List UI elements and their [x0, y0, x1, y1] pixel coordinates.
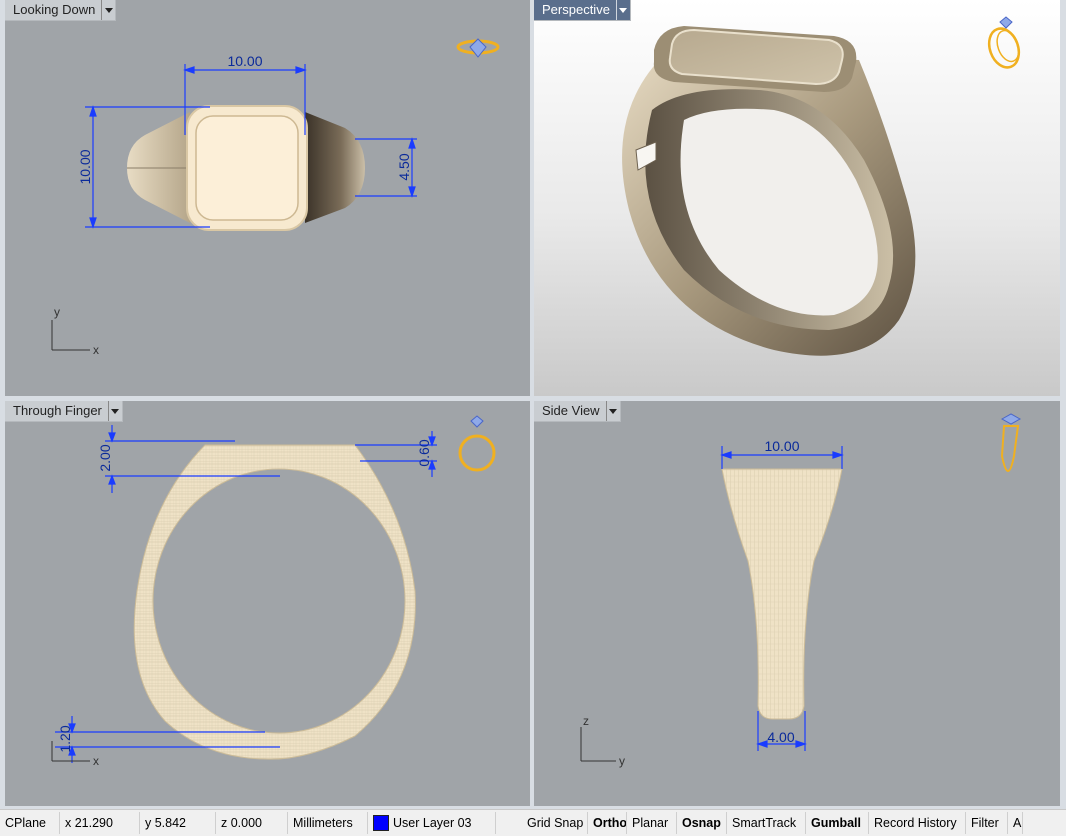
axis-indicator [51, 320, 90, 351]
dim-label-rim: 0.60 [416, 439, 432, 466]
viewport-menu-arrow-icon[interactable] [605, 401, 620, 421]
ring-side-icon [1000, 413, 1022, 473]
dim-label-bottom-thickness: 1.20 [57, 725, 73, 752]
toggle-osnap[interactable]: Osnap [677, 812, 727, 834]
axis-indicator [580, 727, 616, 762]
dim-label-shank: 4.50 [396, 153, 412, 180]
axis-label-y: y [619, 754, 625, 768]
toggle-gumball[interactable]: Gumball [806, 812, 869, 834]
signet-top-face [668, 28, 844, 86]
dim-label-height: 10.00 [77, 149, 93, 184]
layer-selector[interactable]: User Layer 03 [368, 812, 496, 834]
axis-label-x: x [93, 343, 99, 357]
ring-front-icon [458, 415, 496, 472]
viewport-title[interactable]: Side View [534, 401, 606, 421]
viewport-looking-down[interactable]: Looking Down 10.00 10.00 4.50 y x [5, 0, 530, 396]
layer-color-swatch [373, 815, 389, 831]
side-view-canvas: 10.00 4.00 z y [580, 413, 1022, 768]
viewport-title[interactable]: Looking Down [5, 0, 101, 20]
viewport-title[interactable]: Perspective [534, 0, 616, 20]
top-view-canvas: 10.00 10.00 4.50 y x [51, 38, 500, 357]
toggle-record-history[interactable]: Record History [869, 812, 966, 834]
dim-label-top-thickness: 2.00 [97, 444, 113, 471]
dim-label-width: 10.00 [227, 53, 262, 69]
viewport-menu-arrow-icon[interactable] [107, 401, 122, 421]
toggle-planar[interactable]: Planar [627, 812, 677, 834]
coord-z: z 0.000 [216, 812, 288, 834]
toggle-ortho[interactable]: Ortho [588, 812, 627, 834]
ring-top-icon [456, 38, 500, 58]
dim-label-side-bottom: 4.00 [767, 729, 794, 745]
finger-hole [152, 468, 406, 734]
status-bar: CPlane x 21.290 y 5.842 z 0.000 Millimet… [0, 809, 1066, 836]
shank-right [305, 112, 365, 223]
coord-x: x 21.290 [60, 812, 140, 834]
viewport-title-tab[interactable]: Through Finger [5, 401, 123, 422]
toggle-smarttrack[interactable]: SmartTrack [727, 812, 806, 834]
toggle-autocpl[interactable]: A [1008, 812, 1023, 834]
toggle-filter[interactable]: Filter [966, 812, 1008, 834]
viewport-menu-arrow-icon[interactable] [101, 0, 115, 20]
viewport-menu-arrow-icon[interactable] [615, 0, 630, 20]
toggle-grid-snap[interactable]: Grid Snap [522, 812, 588, 834]
coord-y: y 5.842 [140, 812, 216, 834]
axis-label-x: x [93, 754, 99, 768]
viewport-title-tab[interactable]: Looking Down [5, 0, 117, 21]
viewport-title-tab[interactable]: Perspective [534, 0, 631, 21]
viewport-perspective[interactable]: Perspective [534, 0, 1060, 396]
layer-name: User Layer 03 [393, 816, 472, 830]
viewport-title[interactable]: Through Finger [5, 401, 108, 421]
viewport-title-tab[interactable]: Side View [534, 401, 621, 422]
front-view-canvas: 2.00 0.60 1.20 x [51, 415, 496, 768]
axis-label-y: y [54, 305, 60, 319]
units-indicator[interactable]: Millimeters [288, 812, 368, 834]
ring-persp-icon [987, 16, 1021, 69]
dim-label-side-top: 10.00 [764, 438, 799, 454]
viewport-side-view[interactable]: Side View 10.00 4.00 z y [534, 401, 1060, 806]
cplane-indicator[interactable]: CPlane [0, 812, 60, 834]
axis-label-z: z [583, 714, 589, 728]
perspective-canvas [622, 16, 1021, 356]
ring-side-profile [721, 468, 843, 720]
viewport-through-finger[interactable]: Through Finger 2.00 0.60 1.20 x [5, 401, 530, 806]
rhino-window: Looking Down 10.00 10.00 4.50 y x Perspe… [0, 0, 1066, 836]
